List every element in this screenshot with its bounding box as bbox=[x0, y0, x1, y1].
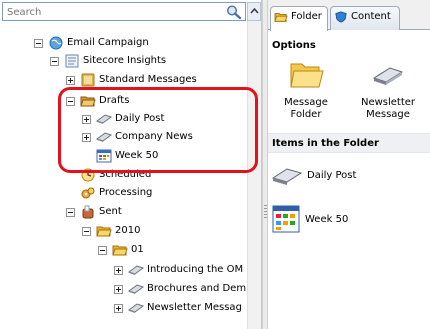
folder-item-week-50[interactable]: Week 50 bbox=[271, 204, 348, 234]
options-header: Options bbox=[268, 36, 430, 56]
folder-icon bbox=[112, 245, 128, 256]
folder-icon bbox=[96, 226, 112, 237]
folder-icon bbox=[274, 13, 288, 22]
search-input[interactable] bbox=[7, 5, 207, 19]
sent-mailbox-icon bbox=[82, 205, 94, 219]
tree-label: Sitecore Insights bbox=[83, 55, 167, 66]
expand-icon[interactable] bbox=[66, 75, 75, 85]
newsletter-message-option[interactable]: Newsletter Message bbox=[350, 58, 426, 121]
items-header: Items in the Folder bbox=[268, 133, 430, 153]
tab-label: Folder bbox=[291, 11, 322, 22]
tree-item-processing[interactable]: Processing bbox=[80, 184, 152, 202]
expand-icon[interactable] bbox=[114, 265, 123, 275]
highlight-callout bbox=[58, 87, 258, 173]
tree-item-introducing[interactable]: Introducing the OM bbox=[114, 261, 243, 279]
tree-label: Newsletter Messag bbox=[147, 302, 242, 313]
book-icon bbox=[81, 73, 95, 87]
tab-label: Content bbox=[351, 11, 391, 22]
shield-icon bbox=[335, 11, 347, 23]
folder-icon bbox=[290, 63, 324, 88]
collapse-icon[interactable] bbox=[66, 207, 75, 217]
tree-label: Processing bbox=[99, 187, 153, 198]
gears-icon bbox=[81, 187, 95, 199]
expand-icon[interactable] bbox=[114, 284, 123, 294]
tree-label: Sent bbox=[99, 206, 122, 217]
tree-item-newsletter[interactable]: Newsletter Messag bbox=[114, 299, 242, 317]
chevron-up-icon bbox=[250, 8, 259, 14]
document-list-icon bbox=[65, 54, 79, 68]
folder-item-daily-post[interactable]: Daily Post bbox=[271, 162, 356, 188]
tab-strip: Folder Content bbox=[268, 0, 430, 31]
tree-item-sitecore-insights[interactable]: Sitecore Insights bbox=[50, 52, 166, 70]
tree-label: Brochures and Dem bbox=[147, 283, 247, 294]
newsletter-icon bbox=[128, 284, 144, 294]
tree-item-brochures[interactable]: Brochures and Dem bbox=[114, 280, 246, 298]
globe-icon bbox=[49, 36, 63, 50]
tab-folder[interactable]: Folder bbox=[270, 6, 328, 31]
collapse-icon[interactable] bbox=[50, 56, 59, 66]
collapse-icon[interactable] bbox=[82, 226, 91, 236]
tab-content[interactable]: Content bbox=[330, 6, 400, 30]
item-label: Daily Post bbox=[307, 169, 357, 181]
tree-label: Email Campaign bbox=[67, 37, 149, 48]
option-label: Newsletter Message bbox=[360, 97, 416, 120]
details-pane: Folder Content Options Message Folder Ne… bbox=[268, 0, 430, 329]
expand-icon[interactable] bbox=[114, 303, 123, 313]
search-box bbox=[2, 2, 246, 21]
newsletter-icon bbox=[372, 67, 404, 85]
collapse-icon[interactable] bbox=[34, 38, 43, 48]
tree-label: 01 bbox=[131, 244, 144, 255]
message-folder-option[interactable]: Message Folder bbox=[268, 58, 344, 121]
tree-label: Introducing the OM bbox=[147, 264, 244, 275]
tree-item-01[interactable]: 01 bbox=[98, 241, 144, 259]
vertical-scrollbar[interactable] bbox=[247, 21, 261, 329]
newsletter-icon bbox=[128, 303, 144, 313]
calendar-icon bbox=[272, 205, 300, 233]
newsletter-icon bbox=[271, 168, 303, 185]
tree-label: 2010 bbox=[115, 225, 141, 236]
scroll-up-button[interactable] bbox=[247, 2, 261, 21]
tree-item-email-campaign[interactable]: Email Campaign bbox=[34, 34, 149, 52]
option-label: Message Folder bbox=[284, 97, 328, 120]
search-icon[interactable] bbox=[225, 4, 243, 20]
collapse-icon[interactable] bbox=[98, 245, 107, 255]
newsletter-icon bbox=[128, 265, 144, 275]
item-label: Week 50 bbox=[305, 213, 349, 225]
tree-pane: Email Campaign Sitecore Insights Standar… bbox=[0, 0, 262, 329]
tree-item-sent[interactable]: Sent bbox=[66, 203, 122, 221]
splitter-grip[interactable] bbox=[264, 205, 267, 219]
tree-item-2010[interactable]: 2010 bbox=[82, 222, 140, 240]
